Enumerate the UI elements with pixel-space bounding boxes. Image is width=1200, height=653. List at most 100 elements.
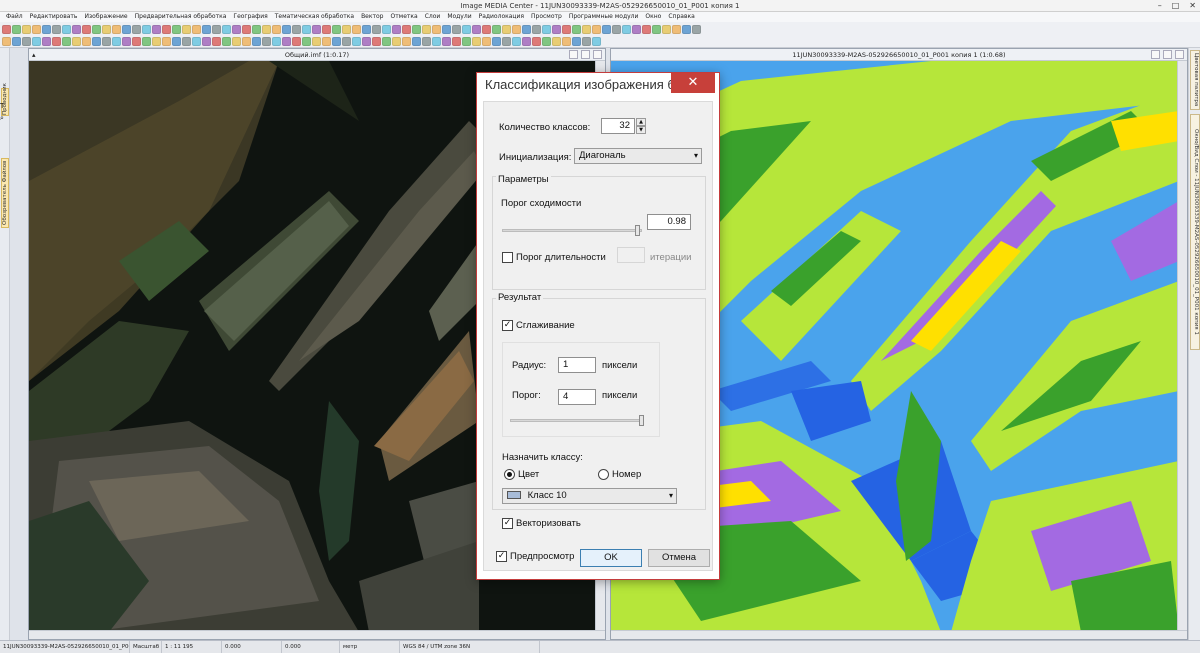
- toolbar-button-icon[interactable]: [162, 36, 171, 46]
- toolbar-button-icon[interactable]: [212, 36, 221, 46]
- toolbar-button-icon[interactable]: [222, 36, 231, 46]
- close-window-button[interactable]: ✕: [1189, 0, 1196, 12]
- toolbar-button-icon[interactable]: [382, 36, 391, 46]
- toolbar-button-icon[interactable]: [22, 24, 31, 34]
- toolbar-button-icon[interactable]: [282, 36, 291, 46]
- toolbar-button-icon[interactable]: [32, 36, 41, 46]
- toolbar-button-icon[interactable]: [182, 24, 191, 34]
- toolbar-button-icon[interactable]: [22, 36, 31, 46]
- toolbar-button-icon[interactable]: [462, 36, 471, 46]
- toolbar-button-icon[interactable]: [572, 36, 581, 46]
- toolbar-button-icon[interactable]: [592, 24, 601, 34]
- toolbar-button-icon[interactable]: [552, 24, 561, 34]
- threshold-slider-thumb[interactable]: [635, 225, 640, 236]
- toolbar-button-icon[interactable]: [452, 24, 461, 34]
- toolbar-button-icon[interactable]: [442, 36, 451, 46]
- toolbar-button-icon[interactable]: [142, 24, 151, 34]
- toolbar-button-icon[interactable]: [272, 24, 281, 34]
- toolbar-button-icon[interactable]: [342, 24, 351, 34]
- toolbar-button-icon[interactable]: [172, 24, 181, 34]
- toolbar-button-icon[interactable]: [252, 36, 261, 46]
- toolbar-button-icon[interactable]: [392, 24, 401, 34]
- class-select[interactable]: Класс 10 ▾: [502, 488, 677, 504]
- toolbar-button-icon[interactable]: [92, 24, 101, 34]
- toolbar-button-icon[interactable]: [432, 24, 441, 34]
- toolbar-button-icon[interactable]: [552, 36, 561, 46]
- toolbar-button-icon[interactable]: [242, 24, 251, 34]
- right-close-icon[interactable]: [1175, 50, 1184, 59]
- toolbar-button-icon[interactable]: [472, 24, 481, 34]
- toolbar-button-icon[interactable]: [142, 36, 151, 46]
- toolbar-button-icon[interactable]: [572, 24, 581, 34]
- menu-edit[interactable]: Редактировать: [30, 12, 78, 22]
- toolbar-button-icon[interactable]: [432, 36, 441, 46]
- toolbar-button-icon[interactable]: [52, 24, 61, 34]
- toolbar-button-icon[interactable]: [282, 24, 291, 34]
- toolbar-button-icon[interactable]: [262, 24, 271, 34]
- toolbar-button-icon[interactable]: [502, 24, 511, 34]
- toolbar-button-icon[interactable]: [682, 24, 691, 34]
- menu-layers[interactable]: Слои: [425, 12, 441, 22]
- toolbar-button-icon[interactable]: [162, 24, 171, 34]
- threshold-slider-track[interactable]: [502, 229, 642, 232]
- toolbar-button-icon[interactable]: [42, 36, 51, 46]
- toolbar-button-icon[interactable]: [52, 36, 61, 46]
- toolbar-button-icon[interactable]: [622, 24, 631, 34]
- toolbar-button-icon[interactable]: [582, 24, 591, 34]
- toolbar-button-icon[interactable]: [112, 36, 121, 46]
- toolbar-button-icon[interactable]: [412, 24, 421, 34]
- toolbar-button-icon[interactable]: [82, 24, 91, 34]
- menu-vector[interactable]: Вектор: [361, 12, 383, 22]
- toolbar-button-icon[interactable]: [692, 24, 701, 34]
- right-horizontal-scrollbar[interactable]: [611, 630, 1187, 639]
- toolbar-button-icon[interactable]: [512, 24, 521, 34]
- toolbar-button-icon[interactable]: [122, 24, 131, 34]
- toolbar-button-icon[interactable]: [232, 36, 241, 46]
- toolbar-button-icon[interactable]: [532, 36, 541, 46]
- toolbar-button-icon[interactable]: [422, 36, 431, 46]
- menu-geography[interactable]: География: [233, 12, 267, 22]
- smoothing-checkbox[interactable]: ✓: [502, 320, 513, 331]
- toolbar-button-icon[interactable]: [312, 24, 321, 34]
- toolbar-button-icon[interactable]: [102, 24, 111, 34]
- toolbar-button-icon[interactable]: [122, 36, 131, 46]
- menu-file[interactable]: Файл: [6, 12, 23, 22]
- toolbar-button-icon[interactable]: [222, 24, 231, 34]
- menu-program-modules[interactable]: Программные модули: [569, 12, 639, 22]
- toolbar-button-icon[interactable]: [502, 36, 511, 46]
- toolbar-button-icon[interactable]: [232, 24, 241, 34]
- toolbar-button-icon[interactable]: [212, 24, 221, 34]
- toolbar-button-icon[interactable]: [172, 36, 181, 46]
- toolbar-button-icon[interactable]: [302, 36, 311, 46]
- toolbar-button-icon[interactable]: [112, 24, 121, 34]
- toolbar-button-icon[interactable]: [372, 24, 381, 34]
- zoom-tool-icon[interactable]: ⌕: [0, 114, 4, 123]
- toolbar-button-icon[interactable]: [492, 24, 501, 34]
- tab-color-palette[interactable]: Цветовая палитра: [1190, 50, 1200, 110]
- toolbar-button-icon[interactable]: [512, 36, 521, 46]
- toolbar-button-icon[interactable]: [72, 24, 81, 34]
- toolbar-button-icon[interactable]: [372, 36, 381, 46]
- toolbar-button-icon[interactable]: [652, 24, 661, 34]
- ok-button[interactable]: OK: [580, 549, 642, 567]
- toolbar-button-icon[interactable]: [642, 24, 651, 34]
- toolbar-button-icon[interactable]: [392, 36, 401, 46]
- left-minimize-icon[interactable]: [569, 50, 578, 59]
- toolbar-button-icon[interactable]: [352, 36, 361, 46]
- maximize-button[interactable]: □: [1172, 0, 1180, 12]
- right-restore-icon[interactable]: [1163, 50, 1172, 59]
- duration-input[interactable]: [617, 247, 645, 263]
- toolbar-button-icon[interactable]: [532, 24, 541, 34]
- menu-window[interactable]: Окно: [645, 12, 661, 22]
- toolbar-button-icon[interactable]: [152, 24, 161, 34]
- toolbar-button-icon[interactable]: [132, 36, 141, 46]
- toolbar-button-icon[interactable]: [302, 24, 311, 34]
- toolbar-button-icon[interactable]: [42, 24, 51, 34]
- toolbar-button-icon[interactable]: [332, 24, 341, 34]
- menu-radar[interactable]: Радиолокация: [479, 12, 524, 22]
- toolbar-button-icon[interactable]: [62, 36, 71, 46]
- left-close-icon[interactable]: [593, 50, 602, 59]
- menu-thematic[interactable]: Тематическая обработка: [275, 12, 354, 22]
- menu-preprocessing[interactable]: Предварительная обработка: [135, 12, 227, 22]
- toolbar-button-icon[interactable]: [352, 24, 361, 34]
